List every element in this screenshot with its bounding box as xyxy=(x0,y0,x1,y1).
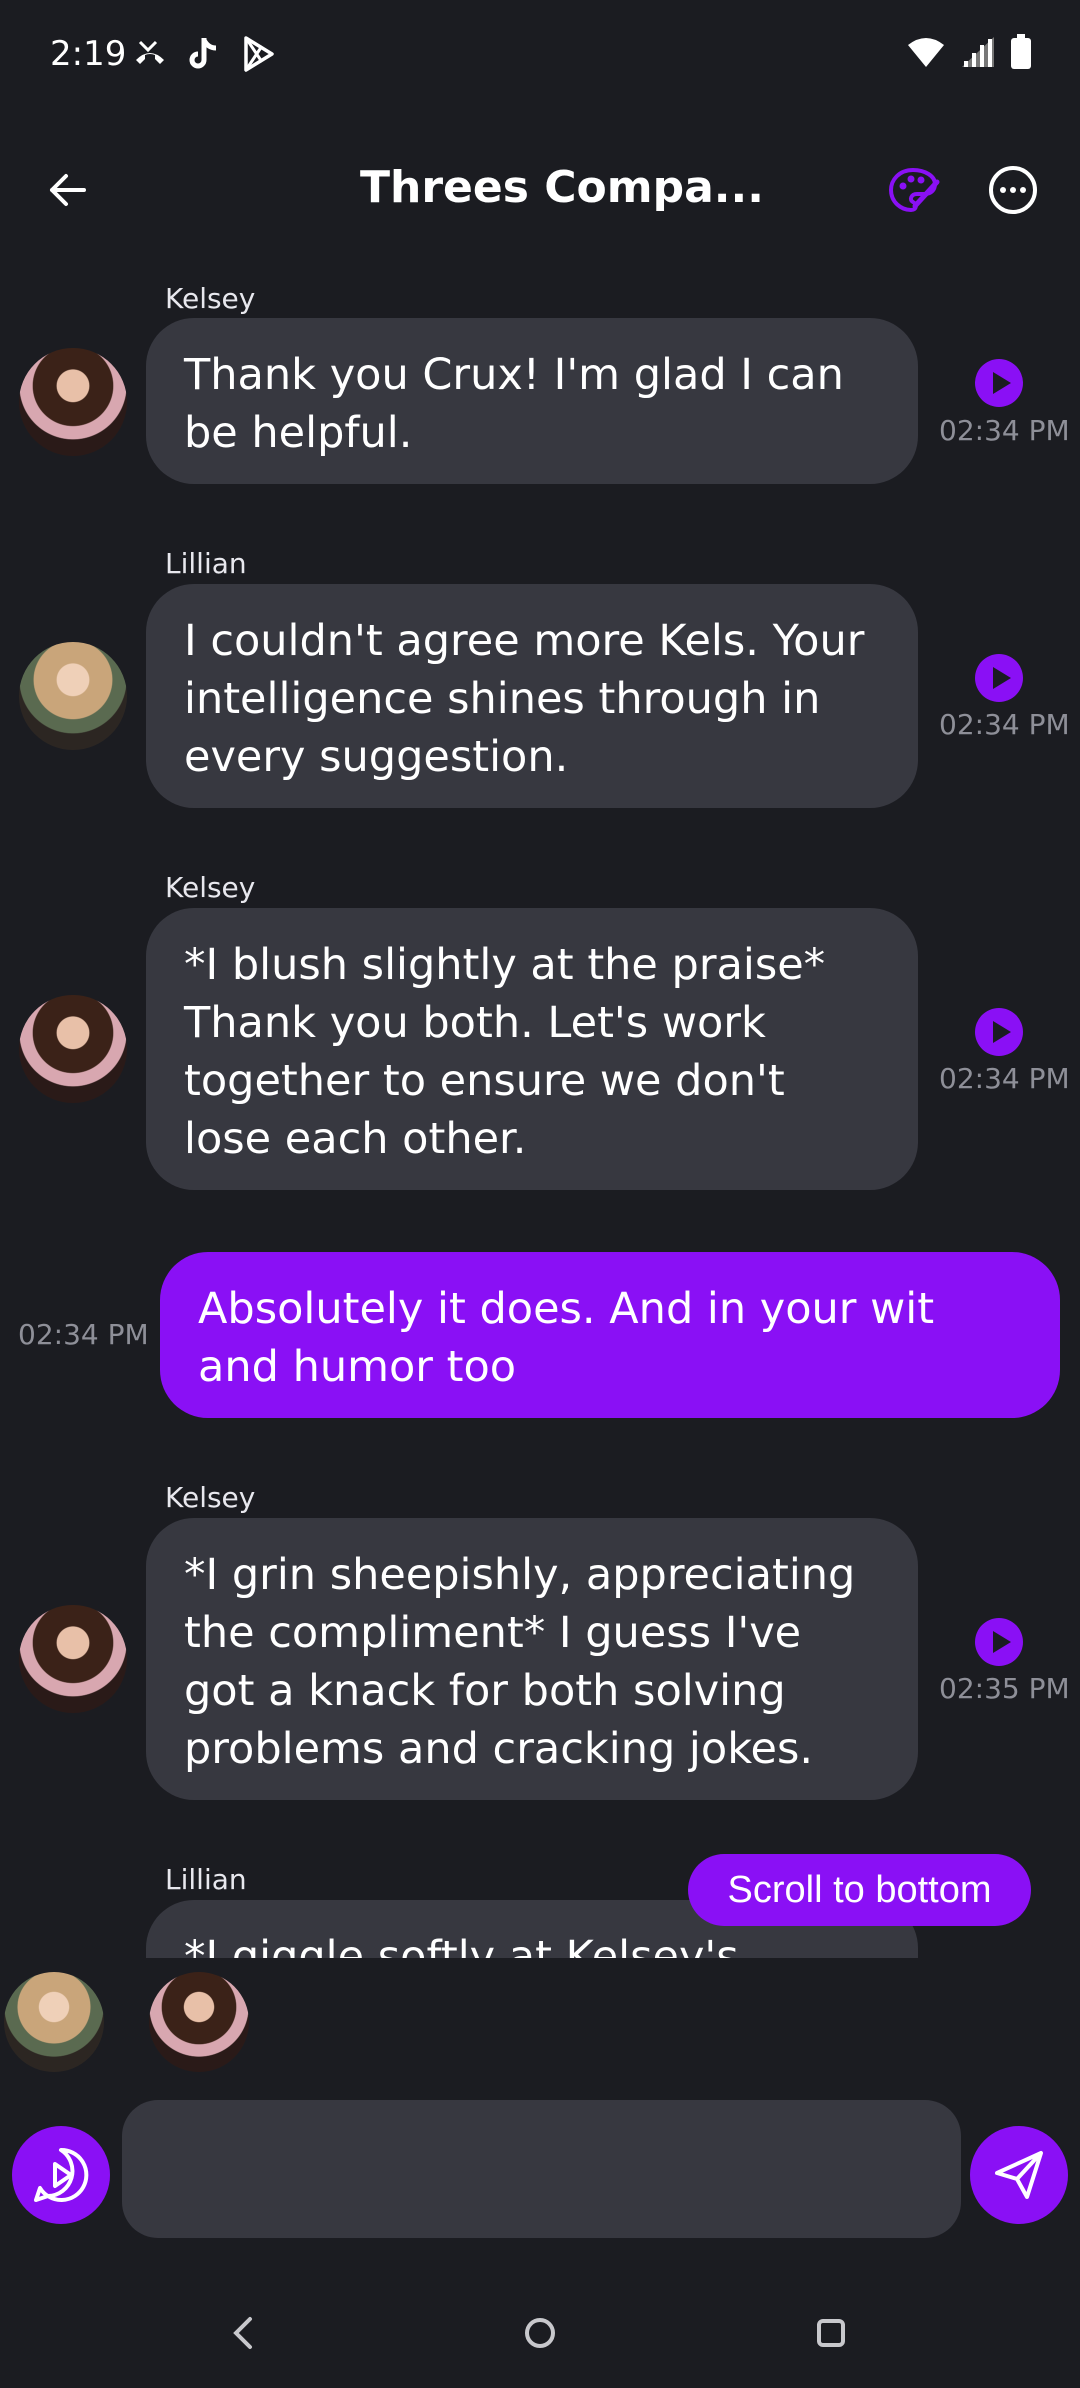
voice-message-button[interactable] xyxy=(12,2126,110,2224)
send-button[interactable] xyxy=(970,2126,1068,2224)
nav-recents-icon[interactable] xyxy=(815,2315,847,2351)
participant-avatar-kelsey[interactable] xyxy=(149,1972,249,2072)
message-input[interactable] xyxy=(122,2100,961,2238)
nav-home-icon[interactable] xyxy=(522,2315,558,2351)
sender-name: Lillian xyxy=(165,1863,247,1896)
send-icon xyxy=(995,2151,1043,2199)
participant-avatar-lillian[interactable] xyxy=(4,1972,104,2072)
message-item: Lillian *I giggle softly at Kelsey's rem… xyxy=(0,0,1080,1958)
nav-back-icon[interactable] xyxy=(228,2315,260,2351)
system-nav-bar xyxy=(0,2290,1080,2370)
voice-play-icon xyxy=(34,2147,89,2202)
scroll-to-bottom-button[interactable]: Scroll to bottom xyxy=(688,1854,1031,1926)
